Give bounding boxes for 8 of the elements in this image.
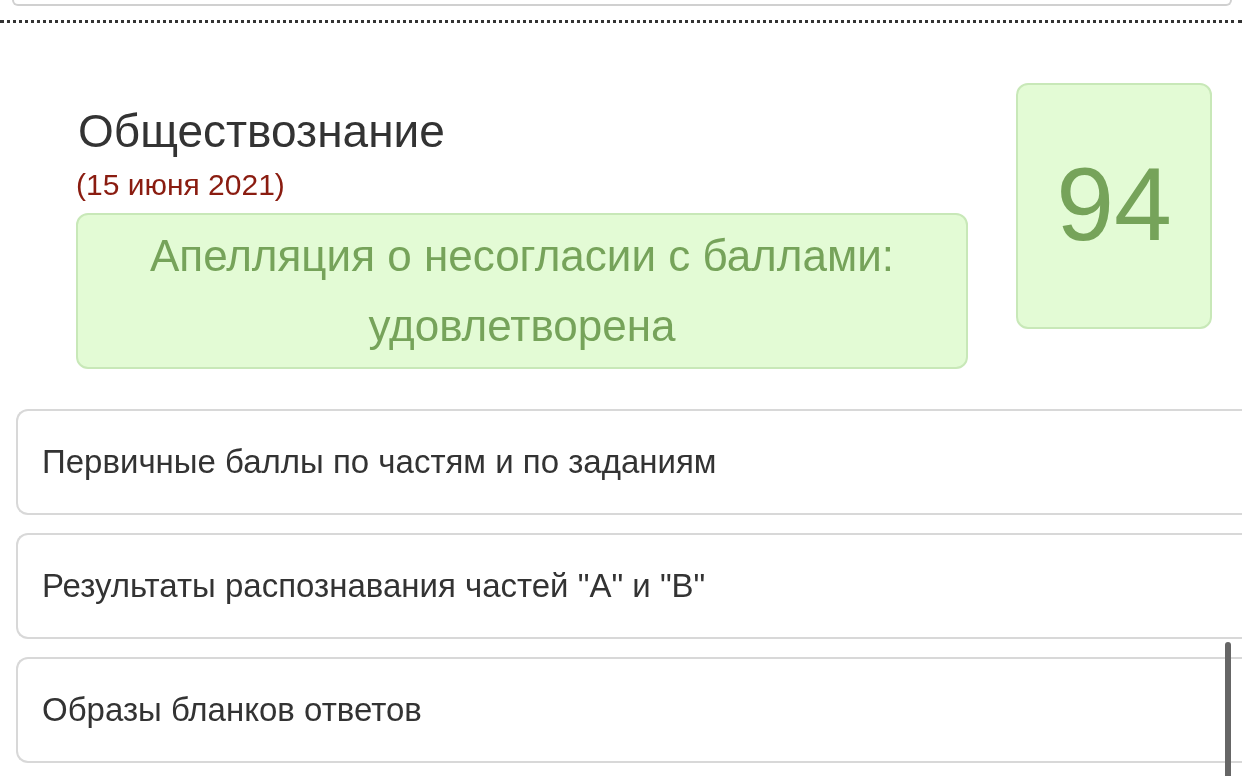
subject-title: Обществознание: [78, 105, 446, 157]
score: 94: [1016, 83, 1212, 329]
appeal-status: Апелляция о несогласии с баллами: удовлетворена: [76, 213, 968, 369]
section-link[interactable]: Результаты распознавания частей "A" и "B": [16, 533, 1242, 639]
section-link[interactable]: Образы бланков ответов: [16, 657, 1242, 763]
exam-date: (15 июня 2021): [76, 167, 286, 203]
scrollbar[interactable]: [1225, 642, 1231, 776]
section-link[interactable]: Первичные баллы по частям и по заданиям: [16, 409, 1242, 515]
